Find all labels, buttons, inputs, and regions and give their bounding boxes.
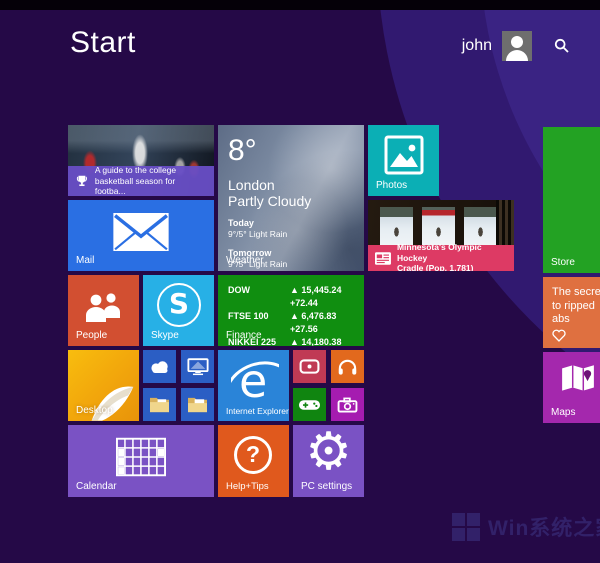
windows-logo-watermark [452,513,480,541]
hockey-headline-line1: Minnesota's Olympic Hockey [396,242,482,263]
search-icon [554,38,569,53]
tile-this-pc-small[interactable] [181,350,214,383]
sports-headline-line2: basketball season for footba... [94,175,176,196]
tile-music-small[interactable] [331,350,364,383]
tile-folder-small[interactable] [181,388,214,421]
finance-index-value: ▲ 14,180.38 +171.91 [290,337,342,346]
tile-video-small[interactable] [293,350,326,383]
game-controller-icon [298,399,321,410]
avatar[interactable] [502,31,532,61]
ie-logo: e [231,354,279,408]
tile-news-hockey[interactable]: Minnesota's Olympic Hockey Cradle (Pop. … [368,200,514,271]
mail-envelope-icon [113,213,169,251]
weather-today-forecast: 9°/5° Light Rain [228,229,288,239]
tile-finance[interactable]: DOW ▲ 15,445.24 +72.44 FTSE 100 ▲ 6,476.… [218,275,364,346]
store-app-label: Store [551,257,575,268]
hockey-photo-fence [496,200,514,245]
finance-app-label: Finance [226,330,262,341]
skype-logo: S [157,283,201,327]
top-black-bar [0,0,600,10]
tile-maps[interactable]: Maps [543,352,600,423]
finance-index-value: ▲ 6,476.83 +27.56 [290,311,337,334]
help-icon: ? [234,436,272,474]
weather-city: London [228,177,275,193]
maps-app-label: Maps [551,407,576,418]
finance-index-value: ▲ 15,445.24 +72.44 [290,285,342,308]
user-name[interactable]: john [462,37,492,55]
heart-icon [552,329,566,342]
mail-app-label: Mail [76,255,95,266]
tile-pc-settings[interactable]: ⚙ PC settings [293,425,364,497]
tile-sports[interactable]: A guide to the college basketball season… [68,125,214,196]
sports-headline-banner: A guide to the college basketball season… [68,165,214,196]
tile-help-tips[interactable]: ? Help+Tips [218,425,289,497]
folder-icon [150,397,169,413]
computer-icon [186,357,209,375]
photos-app-label: Photos [376,180,408,191]
start-screen: Start john A guide to the college basket… [0,0,600,563]
gear-icon: ⚙ [305,425,352,482]
watermark-text: Win系统之家 [488,517,600,540]
calendar-app-label: Calendar [76,481,117,492]
calendar-icon [116,437,166,477]
weather-app-label: Weather [226,255,264,266]
search-button[interactable] [554,38,570,54]
help-question-glyph: ? [245,441,261,467]
finance-row-dow: DOW ▲ 15,445.24 +72.44 [228,284,364,310]
tile-health-fitness[interactable]: The secret to ripped abs [543,277,600,348]
tile-games-small[interactable] [293,388,326,421]
tile-internet-explorer[interactable]: e Internet Explorer [218,350,289,421]
people-app-label: People [76,330,108,341]
camera-icon [337,397,358,413]
news-icon [375,251,391,265]
tile-photos[interactable]: Photos [368,125,439,196]
user-cluster[interactable]: john [462,31,570,61]
weather-condition: Partly Cloudy [228,193,312,209]
page-title: Start [70,26,136,59]
cloud-icon [150,360,168,373]
tile-folder-small[interactable] [143,388,176,421]
tile-camera-small[interactable] [331,388,364,421]
hockey-headline-banner: Minnesota's Olympic Hockey Cradle (Pop. … [368,242,514,271]
photos-icon [384,135,424,175]
headphones-icon [338,359,357,375]
hockey-photo-2 [422,207,455,246]
folder-icon [188,397,207,413]
ie-orbit-ring [231,361,279,384]
tile-weather[interactable]: 8° London Partly Cloudy Today 9°/5° Ligh… [218,125,364,271]
tile-store[interactable]: Store [543,127,600,273]
watermark: Win系统之家 [452,512,600,542]
tile-skype[interactable]: S Skype [143,275,214,346]
tile-calendar[interactable]: Calendar [68,425,214,497]
hockey-photo-3 [464,207,497,246]
weather-today-label: Today [228,218,254,228]
pcsettings-app-label: PC settings [301,481,353,492]
desktop-app-label: Desktop [76,405,113,416]
skype-logo-letter: S [168,287,190,320]
finance-index-name: DOW [228,285,250,295]
helptips-app-label: Help+Tips [226,481,269,492]
sports-headline-line1: A guide to the college [94,165,177,176]
weather-temperature: 8° [228,134,257,167]
tile-people[interactable]: People [68,275,139,346]
hockey-headline-line2: Cradle (Pop. 1,781) [396,263,474,271]
trophy-icon [76,175,87,187]
tile-skydrive-small[interactable] [143,350,176,383]
people-icon [86,293,120,322]
tile-mail[interactable]: Mail [68,200,214,271]
hockey-photo-1 [380,207,413,246]
maps-icon [562,365,594,391]
skype-app-label: Skype [151,330,179,341]
video-icon [299,359,320,374]
tile-desktop[interactable]: Desktop [68,350,139,421]
health-headline: The secret to ripped abs [552,286,600,325]
ie-app-label: Internet Explorer [226,406,289,416]
